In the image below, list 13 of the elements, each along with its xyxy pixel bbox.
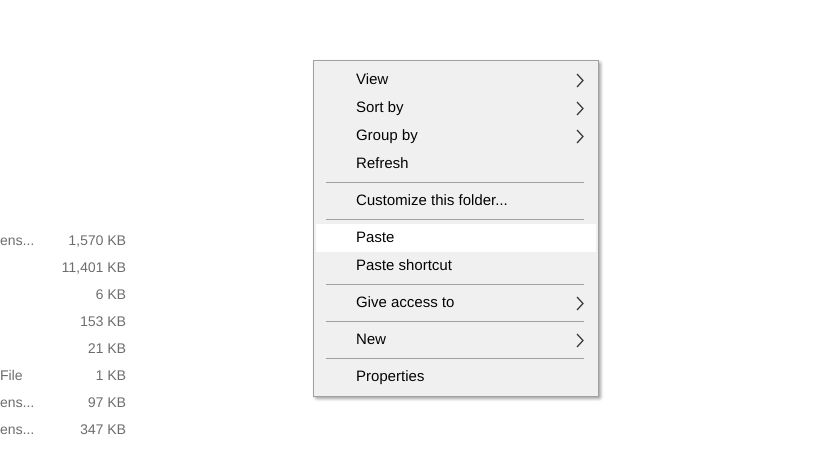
file-size: 153 KB bbox=[80, 313, 126, 329]
file-size: 6 KB bbox=[96, 286, 126, 302]
file-size: 11,401 KB bbox=[62, 259, 126, 275]
file-type: ens... bbox=[0, 232, 34, 248]
menu-item[interactable]: Paste bbox=[316, 224, 596, 252]
file-size: 1 KB bbox=[96, 367, 126, 383]
file-size: 1,570 KB bbox=[68, 232, 126, 248]
file-type: ens... bbox=[0, 394, 34, 410]
file-size: 21 KB bbox=[88, 340, 126, 356]
file-type: File bbox=[0, 367, 23, 383]
file-size: 97 KB bbox=[88, 394, 126, 410]
file-type: ens... bbox=[0, 421, 34, 437]
file-size: 347 KB bbox=[80, 421, 126, 437]
